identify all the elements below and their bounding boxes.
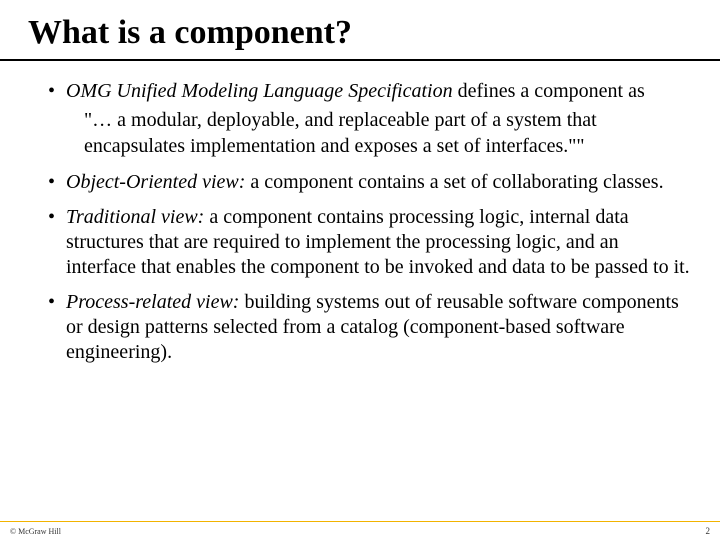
bullet-lead-plain: a component contains a set of collaborat… bbox=[245, 171, 663, 193]
bullet-lead-italic: Traditional view: bbox=[66, 206, 204, 228]
slide-title: What is a component? bbox=[0, 0, 720, 51]
title-rule bbox=[0, 59, 720, 61]
bullet-list: OMG Unified Modeling Language Specificat… bbox=[0, 79, 720, 364]
bullet-item: Object-Oriented view: a component contai… bbox=[48, 170, 690, 195]
bullet-lead-italic: Object-Oriented view: bbox=[66, 171, 245, 193]
bullet-lead-italic: Process-related view: bbox=[66, 291, 239, 313]
copyright-text: © McGraw Hill bbox=[10, 527, 61, 536]
bullet-lead-italic: OMG Unified Modeling Language Specificat… bbox=[66, 80, 453, 102]
bullet-item: Process-related view: building systems o… bbox=[48, 290, 690, 365]
bullet-lead-plain: defines a component as bbox=[453, 80, 645, 102]
slide: What is a component? OMG Unified Modelin… bbox=[0, 0, 720, 540]
bullet-item: Traditional view: a component contains p… bbox=[48, 205, 690, 280]
footer-divider bbox=[0, 521, 720, 522]
bullet-sub: "… a modular, deployable, and replaceabl… bbox=[84, 108, 690, 159]
page-number: 2 bbox=[706, 526, 711, 536]
bullet-item: OMG Unified Modeling Language Specificat… bbox=[48, 79, 690, 159]
